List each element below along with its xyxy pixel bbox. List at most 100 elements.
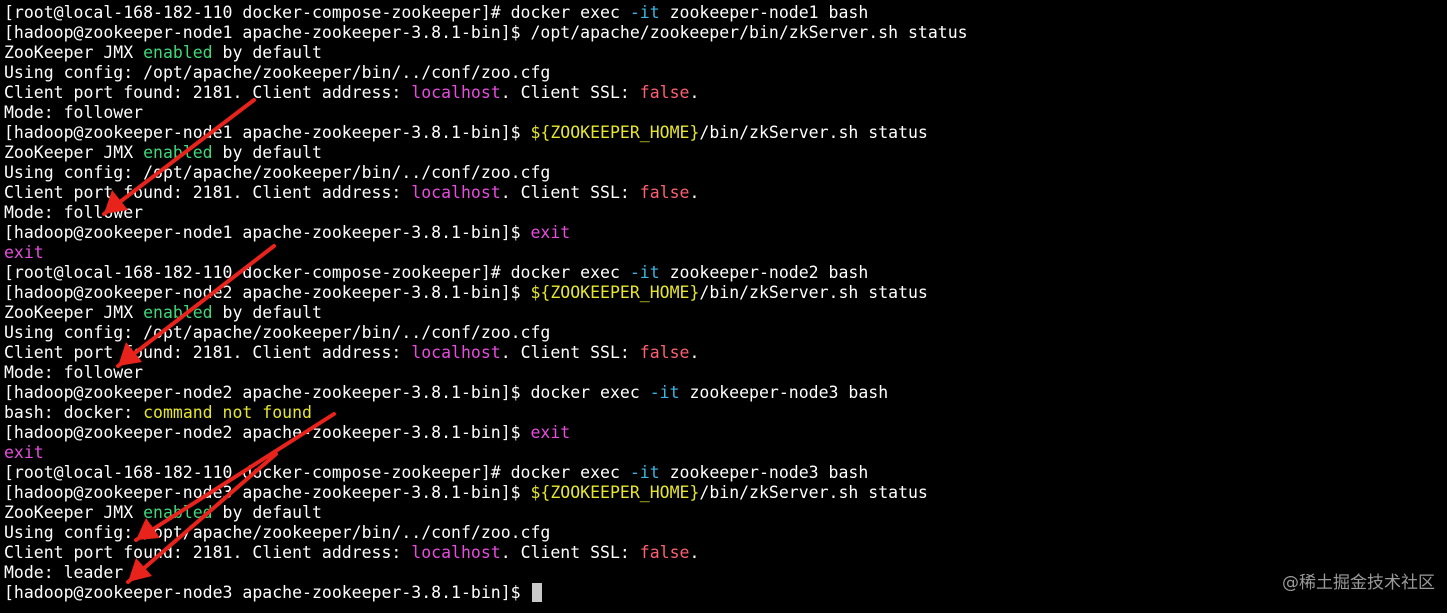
terminal-text-segment: zookeeper-node1 bash: [659, 3, 869, 22]
terminal-text-segment: [hadoop@zookeeper-node1 apache-zookeeper…: [4, 223, 531, 242]
terminal-text-segment: enabled: [143, 43, 213, 62]
terminal-text-segment: zookeeper-node3 bash: [679, 383, 889, 402]
terminal-text-segment: .: [689, 343, 700, 362]
terminal-text-segment: zookeeper-node3 bash: [659, 463, 869, 482]
terminal-line: [root@local-168-182-110 docker-compose-z…: [4, 263, 968, 283]
terminal-line: Using config: /opt/apache/zookeeper/bin/…: [4, 163, 968, 183]
terminal-text-segment: /bin/zkServer.sh status: [699, 283, 928, 302]
terminal-text-segment: enabled: [143, 143, 213, 162]
terminal-text-segment: Mode: follower: [4, 363, 144, 382]
terminal-text-segment: false: [639, 83, 690, 102]
terminal-text-segment: ZooKeeper JMX: [4, 143, 144, 162]
terminal-text-segment: . Client SSL:: [500, 183, 640, 202]
terminal-text-segment: ${ZOOKEEPER_HOME}: [530, 123, 700, 142]
terminal-output: [root@local-168-182-110 docker-compose-z…: [4, 3, 968, 603]
terminal-text-segment: . Client SSL:: [500, 343, 640, 362]
terminal-cursor[interactable]: [531, 583, 542, 602]
terminal-text-segment: -it: [629, 263, 660, 282]
terminal-text-segment: . Client SSL:: [500, 543, 640, 562]
terminal-text-segment: Mode: follower: [4, 103, 144, 122]
terminal-line: [hadoop@zookeeper-node1 apache-zookeeper…: [4, 123, 968, 143]
terminal-line: [hadoop@zookeeper-node3 apache-zookeeper…: [4, 483, 968, 503]
terminal-line: Mode: follower: [4, 363, 968, 383]
terminal-line: Mode: follower: [4, 103, 968, 123]
terminal-text-segment: ZooKeeper JMX: [4, 503, 144, 522]
terminal-line: ZooKeeper JMX enabled by default: [4, 303, 968, 323]
terminal-text-segment: Using config: /opt/apache/zookeeper/bin/…: [4, 523, 551, 542]
terminal-window[interactable]: [root@local-168-182-110 docker-compose-z…: [0, 0, 1447, 613]
terminal-line: Client port found: 2181. Client address:…: [4, 543, 968, 563]
terminal-text-segment: localhost: [411, 343, 501, 362]
terminal-text-segment: Using config: /opt/apache/zookeeper/bin/…: [4, 163, 551, 182]
terminal-line: [root@local-168-182-110 docker-compose-z…: [4, 3, 968, 23]
terminal-line: ZooKeeper JMX enabled by default: [4, 43, 968, 63]
terminal-text-segment: exit: [530, 423, 571, 442]
terminal-text-segment: /bin/zkServer.sh status: [699, 123, 928, 142]
terminal-text-segment: . Client SSL:: [500, 83, 640, 102]
terminal-line: [root@local-168-182-110 docker-compose-z…: [4, 463, 968, 483]
terminal-text-segment: [root@local-168-182-110 docker-compose-z…: [4, 263, 630, 282]
terminal-line: Using config: /opt/apache/zookeeper/bin/…: [4, 63, 968, 83]
terminal-text-segment: [hadoop@zookeeper-node2 apache-zookeeper…: [4, 423, 531, 442]
terminal-line: Client port found: 2181. Client address:…: [4, 183, 968, 203]
terminal-text-segment: exit: [4, 443, 44, 462]
terminal-line: [hadoop@zookeeper-node2 apache-zookeeper…: [4, 423, 968, 443]
terminal-text-segment: Client port found: 2181. Client address:: [4, 543, 412, 562]
terminal-text-segment: by default: [212, 303, 322, 322]
terminal-text-segment: localhost: [411, 543, 501, 562]
terminal-text-segment: false: [639, 543, 690, 562]
terminal-text-segment: ZooKeeper JMX: [4, 43, 144, 62]
terminal-text-segment: by default: [212, 503, 322, 522]
terminal-line: Client port found: 2181. Client address:…: [4, 343, 968, 363]
terminal-text-segment: -it: [629, 3, 660, 22]
terminal-text-segment: false: [639, 343, 690, 362]
terminal-line: [hadoop@zookeeper-node1 apache-zookeeper…: [4, 23, 968, 43]
terminal-line: [hadoop@zookeeper-node2 apache-zookeeper…: [4, 283, 968, 303]
terminal-line: Mode: follower: [4, 203, 968, 223]
terminal-line: exit: [4, 443, 968, 463]
terminal-text-segment: [hadoop@zookeeper-node2 apache-zookeeper…: [4, 283, 531, 302]
terminal-line: Mode: leader: [4, 563, 968, 583]
terminal-text-segment: exit: [530, 223, 571, 242]
terminal-line: bash: docker: command not found: [4, 403, 968, 423]
terminal-text-segment: Mode: follower: [4, 203, 144, 222]
terminal-text-segment: exit: [4, 243, 44, 262]
terminal-text-segment: Client port found: 2181. Client address:: [4, 343, 412, 362]
terminal-text-segment: by default: [212, 43, 322, 62]
terminal-text-segment: false: [639, 183, 690, 202]
terminal-text-segment: localhost: [411, 83, 501, 102]
terminal-text-segment: Using config: /opt/apache/zookeeper/bin/…: [4, 63, 551, 82]
terminal-text-segment: [hadoop@zookeeper-node3 apache-zookeeper…: [4, 483, 531, 502]
terminal-text-segment: ZooKeeper JMX: [4, 303, 144, 322]
terminal-text-segment: enabled: [143, 503, 213, 522]
terminal-text-segment: [hadoop@zookeeper-node2 apache-zookeeper…: [4, 383, 650, 402]
terminal-text-segment: command not found: [143, 403, 312, 422]
terminal-text-segment: by default: [212, 143, 322, 162]
terminal-text-segment: -it: [629, 463, 660, 482]
terminal-text-segment: enabled: [143, 303, 213, 322]
terminal-text-segment: .: [689, 83, 700, 102]
terminal-text-segment: /bin/zkServer.sh status: [699, 483, 928, 502]
terminal-text-segment: [hadoop@zookeeper-node1 apache-zookeeper…: [4, 123, 531, 142]
terminal-text-segment: ${ZOOKEEPER_HOME}: [530, 483, 700, 502]
terminal-text-segment: zookeeper-node2 bash: [659, 263, 869, 282]
terminal-line: [hadoop@zookeeper-node2 apache-zookeeper…: [4, 383, 968, 403]
terminal-line: Using config: /opt/apache/zookeeper/bin/…: [4, 523, 968, 543]
terminal-text-segment: Client port found: 2181. Client address:: [4, 183, 412, 202]
terminal-line: exit: [4, 243, 968, 263]
terminal-line: Using config: /opt/apache/zookeeper/bin/…: [4, 323, 968, 343]
terminal-text-segment: [hadoop@zookeeper-node3 apache-zookeeper…: [4, 583, 531, 602]
terminal-line: ZooKeeper JMX enabled by default: [4, 503, 968, 523]
terminal-text-segment: bash: docker:: [4, 403, 144, 422]
terminal-line: ZooKeeper JMX enabled by default: [4, 143, 968, 163]
terminal-text-segment: [root@local-168-182-110 docker-compose-z…: [4, 3, 630, 22]
terminal-text-segment: .: [689, 183, 700, 202]
terminal-text-segment: [hadoop@zookeeper-node1 apache-zookeeper…: [4, 23, 968, 42]
terminal-text-segment: -it: [649, 383, 680, 402]
terminal-line: Client port found: 2181. Client address:…: [4, 83, 968, 103]
terminal-text-segment: .: [689, 543, 700, 562]
terminal-text-segment: Using config: /opt/apache/zookeeper/bin/…: [4, 323, 551, 342]
terminal-text-segment: Mode: leader: [4, 563, 124, 582]
terminal-line: [hadoop@zookeeper-node3 apache-zookeeper…: [4, 583, 968, 603]
terminal-text-segment: Client port found: 2181. Client address:: [4, 83, 412, 102]
